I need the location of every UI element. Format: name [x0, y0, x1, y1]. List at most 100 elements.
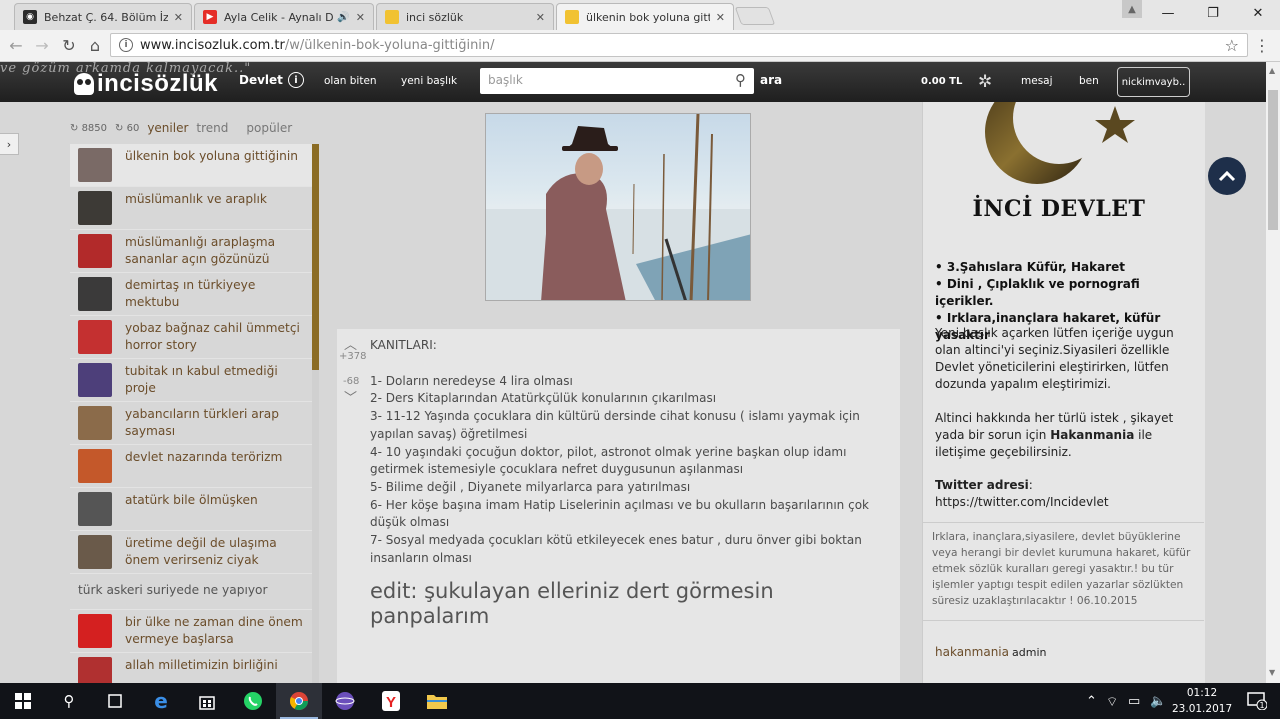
scroll-up-arrow-icon[interactable]: ▲: [1269, 66, 1275, 75]
store-icon[interactable]: [184, 683, 230, 719]
edge-icon[interactable]: e: [138, 683, 184, 719]
list-item[interactable]: allah milletimizin birliğini: [70, 653, 312, 683]
monitor-icon[interactable]: ▭: [1128, 694, 1140, 709]
file-explorer-icon[interactable]: [414, 683, 460, 719]
list-item[interactable]: üretime değil de ulaşıma önem verirseniz…: [70, 531, 312, 574]
list-item[interactable]: demirtaş ın türkiyeye mektubu: [70, 273, 312, 316]
tab-yeniler[interactable]: yeniler: [147, 121, 188, 135]
speaker-icon[interactable]: 🔊: [337, 12, 349, 23]
app-sphere-icon[interactable]: [322, 683, 368, 719]
admin-row[interactable]: hakanmania admin: [935, 645, 1046, 659]
sidebar-scrollbar[interactable]: [312, 144, 319, 683]
search-icon[interactable]: ⚲: [46, 683, 92, 719]
tab-close-icon[interactable]: ✕: [536, 11, 545, 24]
downvote-chevron-icon[interactable]: ﹀: [344, 387, 357, 406]
nick-button[interactable]: nickimvayb..: [1117, 67, 1190, 97]
admin-name[interactable]: hakanmania: [935, 645, 1009, 659]
incisozluk-favicon-icon: [385, 10, 399, 24]
entry-body: KANITLARI: 1- Doların neredeyse 4 lira o…: [370, 337, 892, 629]
reload-icon[interactable]: ↻: [58, 34, 80, 56]
forward-arrow-icon[interactable]: →: [31, 34, 53, 56]
yandex-icon[interactable]: Y: [368, 683, 414, 719]
satellite-icon[interactable]: ✲: [978, 72, 992, 92]
topic-title: müslümanlığı araplaşma sananlar açın göz…: [125, 235, 276, 266]
downvote-count: -68: [343, 376, 360, 387]
close-window-icon[interactable]: ✕: [1236, 0, 1280, 26]
browser-tab-0[interactable]: ◉ Behzat Ç. 64. Bölüm İzle ✕: [14, 3, 192, 30]
browser-tab-3[interactable]: ülkenin bok yoluna gittiğ ✕: [556, 3, 734, 30]
list-item[interactable]: müslümanlık ve araplık: [70, 187, 312, 230]
info-paragraph-2: Altinci hakkında her türlü istek , şikay…: [935, 411, 1174, 459]
tab-close-icon[interactable]: ✕: [174, 11, 183, 24]
list-item[interactable]: yabancıların türkleri arap sayması: [70, 402, 312, 445]
ben-link[interactable]: ben: [1079, 75, 1099, 87]
url-path: /w/ülkenin-bok-yoluna-gittiğinin/: [284, 37, 495, 53]
address-bar[interactable]: i www.incisozluk.com.tr/w/ülkenin-bok-yo…: [110, 33, 1248, 57]
windows-start-icon[interactable]: [0, 683, 46, 719]
topic-title: müslümanlık ve araplık: [125, 192, 267, 206]
topic-thumbnail: [78, 406, 112, 440]
chevron-up-tray-icon[interactable]: ⌃: [1086, 694, 1097, 709]
wifi-icon[interactable]: ⌔: [1106, 694, 1118, 710]
info-icon[interactable]: i: [119, 38, 133, 52]
browser-tab-1[interactable]: ▶ Ayla Celik - Aynalı Do 🔊 ✕: [194, 3, 374, 30]
topic-thumbnail: [78, 320, 112, 354]
sidebar-toggle-chevron-icon[interactable]: ›: [0, 133, 19, 155]
list-item[interactable]: ülkenin bok yoluna gittiğinin: [70, 144, 312, 187]
olan-biten-link[interactable]: olan biten: [324, 75, 377, 87]
tab-trend[interactable]: trend: [196, 121, 228, 135]
task-view-icon[interactable]: [92, 683, 138, 719]
profile-icon[interactable]: ▲: [1122, 0, 1142, 18]
chevron-up-icon: [1218, 170, 1236, 182]
mesaj-link[interactable]: mesaj: [1021, 75, 1053, 87]
site-logo[interactable]: incisözlük: [74, 70, 218, 98]
chrome-icon[interactable]: [276, 683, 322, 719]
tab-close-icon[interactable]: ✕: [716, 11, 725, 24]
new-count: ↻ 60: [115, 122, 140, 134]
sidebar-tabs: ↻ 8850 ↻ 60 yeniler trend popüler: [70, 118, 320, 138]
page-scroll-thumb[interactable]: [1268, 90, 1278, 230]
browser-tab-2[interactable]: inci sözlük ✕: [376, 3, 554, 30]
sidebar-scroll-thumb[interactable]: [312, 144, 319, 370]
youtube-favicon-icon: ▶: [203, 10, 217, 24]
total-count: ↻ 8850: [70, 122, 108, 134]
list-item[interactable]: devlet nazarında terörizm: [70, 445, 312, 488]
entry-line: 2- Ders Kitaplarından Atatürkçülük konul…: [370, 391, 717, 406]
list-item[interactable]: müslümanlığı araplaşma sananlar açın göz…: [70, 230, 312, 273]
search-button[interactable]: ara: [760, 73, 782, 87]
topic-title: bir ülke ne zaman dine önem vermeye başl…: [125, 615, 303, 646]
list-item[interactable]: bir ülke ne zaman dine önem vermeye başl…: [70, 610, 312, 653]
topic-thumbnail: [78, 363, 112, 397]
devlet-link[interactable]: Devlet: [239, 73, 283, 87]
maximize-icon[interactable]: ❐: [1191, 0, 1235, 26]
tab-title: Ayla Celik - Aynalı Do: [224, 10, 334, 24]
notification-icon[interactable]: 1: [1234, 683, 1280, 719]
topic-title: atatürk bile ölmüşken: [125, 493, 258, 507]
search-input[interactable]: başlık ⚲: [480, 68, 754, 94]
tab-close-icon[interactable]: ✕: [356, 11, 365, 24]
divider: [923, 620, 1204, 621]
list-item[interactable]: yobaz bağnaz cahil ümmetçi horror story: [70, 316, 312, 359]
bookmark-star-icon[interactable]: ☆: [1225, 36, 1239, 55]
new-tab-button[interactable]: [734, 7, 776, 25]
list-item[interactable]: tubitak ın kabul etmediği proje: [70, 359, 312, 402]
whatsapp-icon[interactable]: [230, 683, 276, 719]
admin-role: admin: [1012, 646, 1047, 659]
yeni-baslik-link[interactable]: yeni başlık: [401, 75, 457, 87]
system-clock[interactable]: 01:12 23.01.2017: [1172, 685, 1232, 717]
search-icon[interactable]: ⚲: [735, 71, 746, 89]
page-scrollbar[interactable]: ▲ ▼: [1266, 62, 1280, 683]
entry-heading: KANITLARI:: [370, 338, 437, 352]
speaker-icon[interactable]: 🔈: [1150, 694, 1166, 709]
home-icon[interactable]: ⌂: [84, 34, 106, 56]
minimize-icon[interactable]: —: [1146, 0, 1190, 26]
info-icon[interactable]: i: [288, 72, 304, 88]
scroll-down-arrow-icon[interactable]: ▼: [1269, 668, 1275, 677]
back-arrow-icon[interactable]: ←: [5, 34, 27, 56]
tab-populer[interactable]: popüler: [246, 121, 292, 135]
menu-dots-icon[interactable]: ⋮: [1254, 36, 1270, 55]
list-item[interactable]: türk askeri suriyede ne yapıyor: [70, 574, 312, 610]
twitter-link[interactable]: https://twitter.com/Incidevlet: [935, 495, 1109, 509]
list-item[interactable]: atatürk bile ölmüşken: [70, 488, 312, 531]
scroll-to-top-button[interactable]: [1208, 157, 1246, 195]
